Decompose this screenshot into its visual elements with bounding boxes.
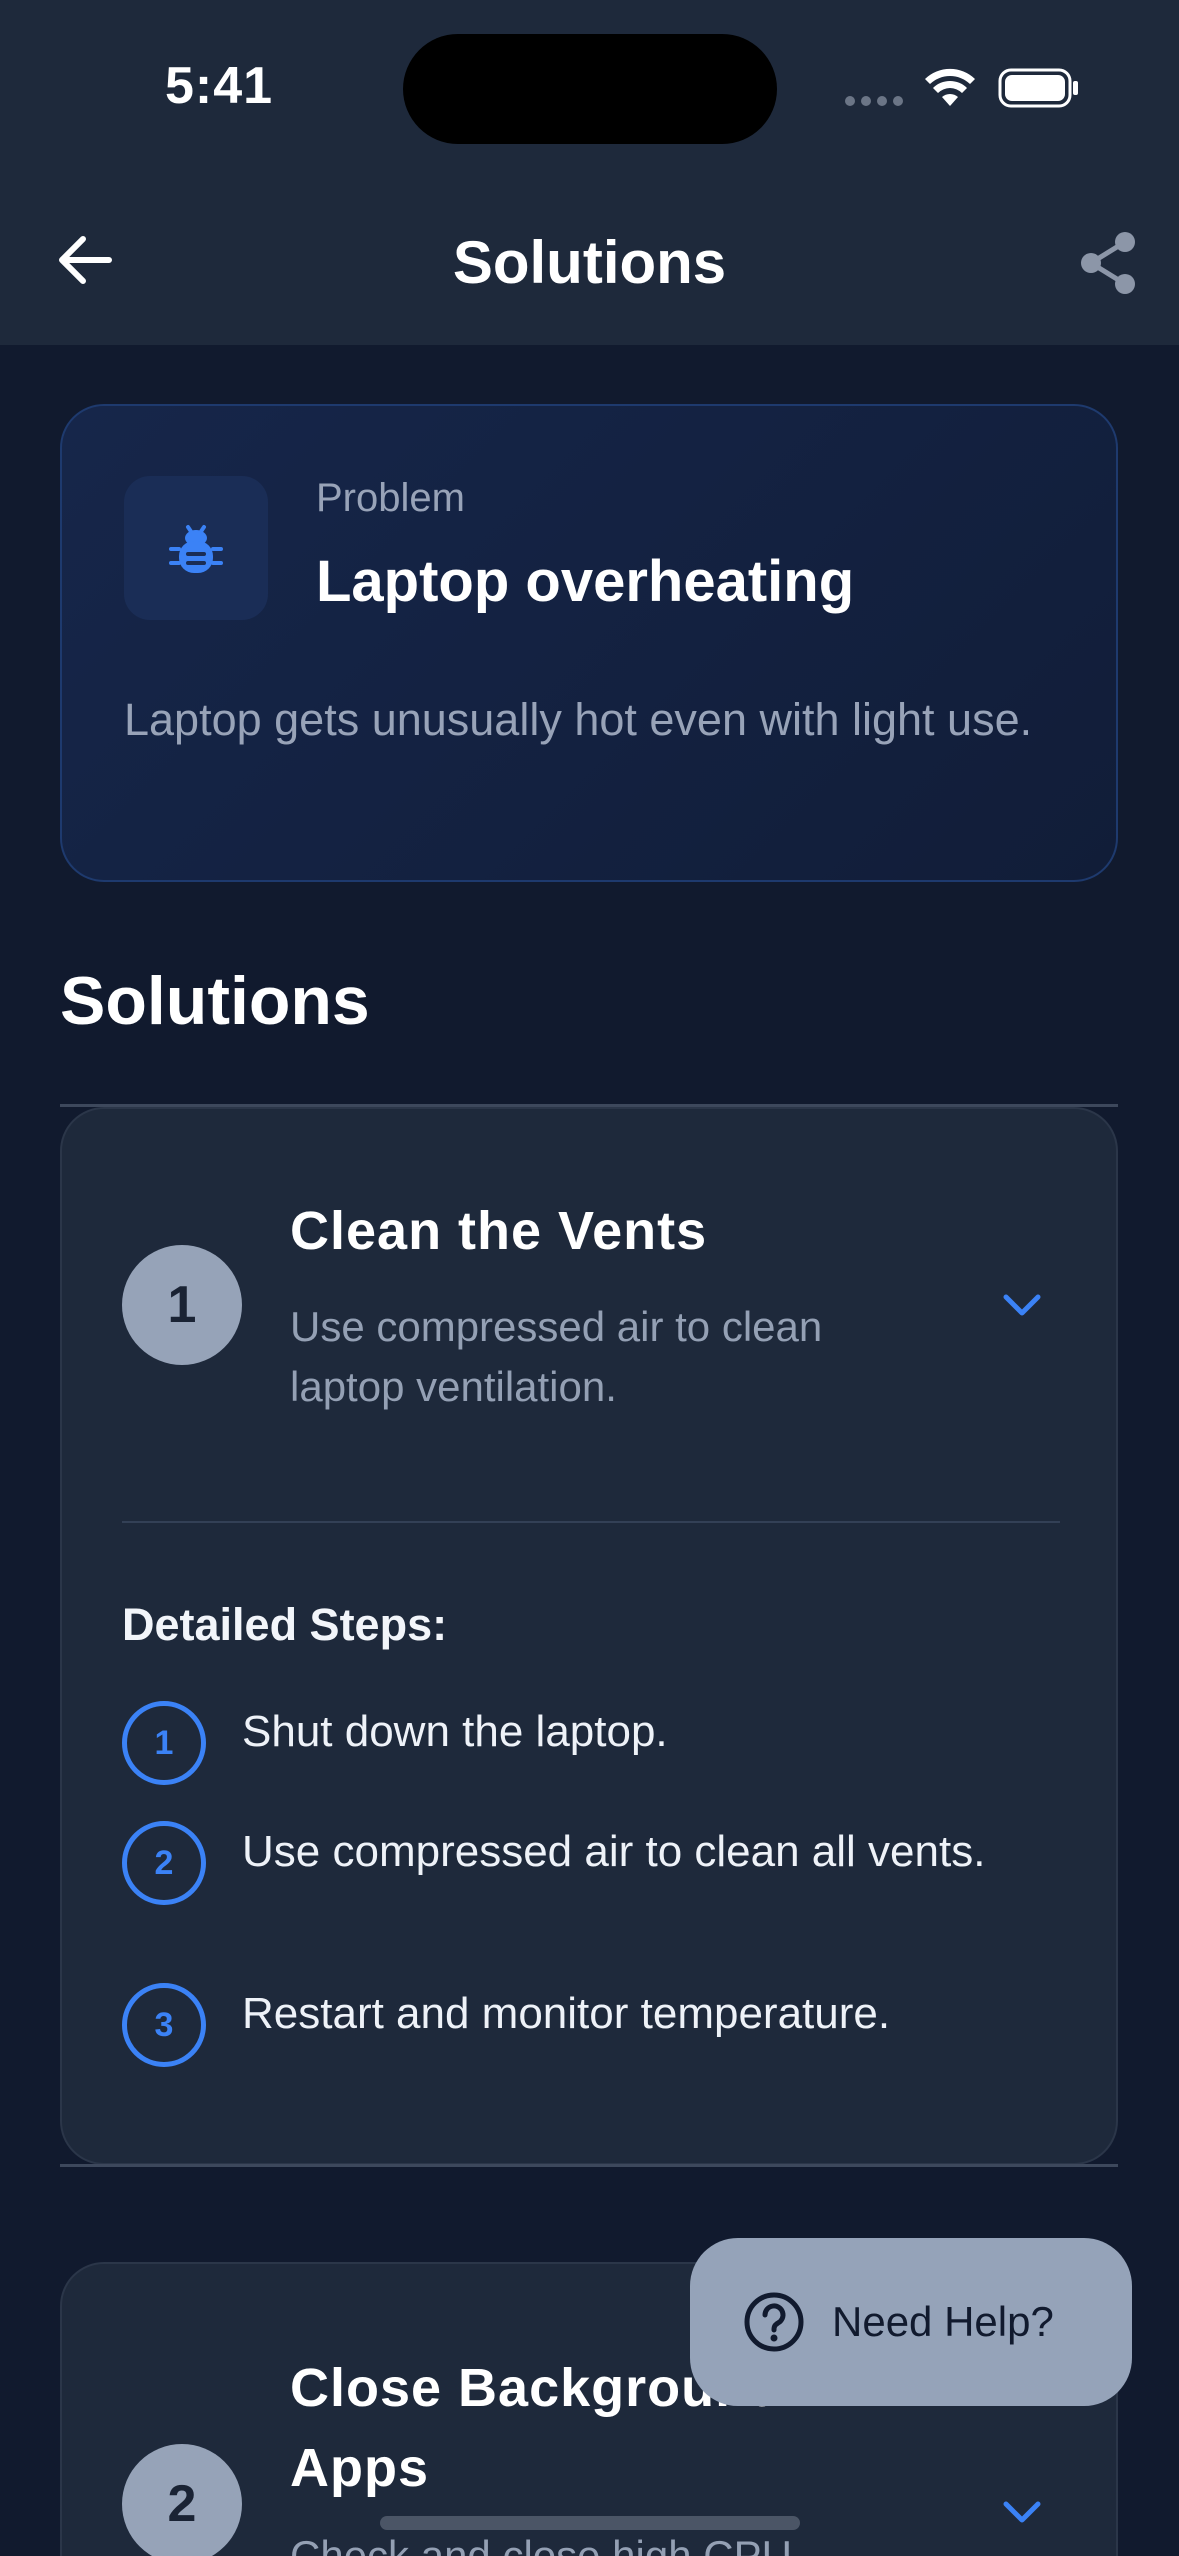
solution-number: 2 <box>122 2444 242 2556</box>
solutions-screen: 5:41 Solutions Problem Laptop overheatin… <box>0 0 1179 2556</box>
step-text: Use compressed air to clean all vents. <box>242 1827 986 1876</box>
solution-description: Check and close high CPU <box>290 2532 792 2556</box>
cellular-signal-icon <box>845 96 907 106</box>
share-icon <box>1081 232 1135 294</box>
problem-icon-box <box>124 476 268 620</box>
solution-description: Use compressed air to clean laptop venti… <box>290 1303 823 1410</box>
card-divider <box>122 1521 1060 1523</box>
chevron-down-icon <box>1003 1294 1041 1316</box>
steps-heading: Detailed Steps: <box>122 1599 448 1650</box>
expand-toggle-button[interactable] <box>992 2482 1052 2542</box>
top-bar: 5:41 Solutions <box>0 0 1179 345</box>
home-indicator[interactable] <box>380 2516 800 2530</box>
need-help-button[interactable]: Need Help? <box>690 2238 1132 2406</box>
problem-description: Laptop gets unusually hot even with ligh… <box>124 694 1033 745</box>
step-number: 1 <box>122 1701 206 1785</box>
battery-icon <box>998 68 1078 108</box>
expand-toggle-button[interactable] <box>992 1275 1052 1335</box>
status-time: 5:41 <box>165 57 274 115</box>
bug-icon <box>169 525 223 573</box>
chevron-down-icon <box>1003 2501 1041 2523</box>
share-button[interactable] <box>1070 225 1146 301</box>
wifi-icon <box>925 68 975 106</box>
solution-number: 1 <box>122 1245 242 1365</box>
step-text: Restart and monitor temperature. <box>242 1989 891 2038</box>
step-number: 2 <box>122 1821 206 1905</box>
solution-card[interactable]: 1 Clean the Vents Use compressed air to … <box>60 1107 1118 2165</box>
step-text: Shut down the laptop. <box>242 1707 668 1756</box>
step-number: 3 <box>122 1983 206 2067</box>
card-bottom-divider <box>60 2164 1118 2167</box>
problem-title: Laptop overheating <box>316 549 855 614</box>
problem-kicker: Problem <box>316 476 465 520</box>
dynamic-island <box>403 34 777 144</box>
solution-title: Clean the Vents <box>290 1201 708 1261</box>
solutions-heading: Solutions <box>60 963 370 1039</box>
need-help-label: Need Help? <box>832 2298 1054 2345</box>
question-circle-icon <box>744 2292 804 2352</box>
problem-card: Problem Laptop overheating Laptop gets u… <box>60 404 1118 882</box>
page-title: Solutions <box>452 229 727 296</box>
